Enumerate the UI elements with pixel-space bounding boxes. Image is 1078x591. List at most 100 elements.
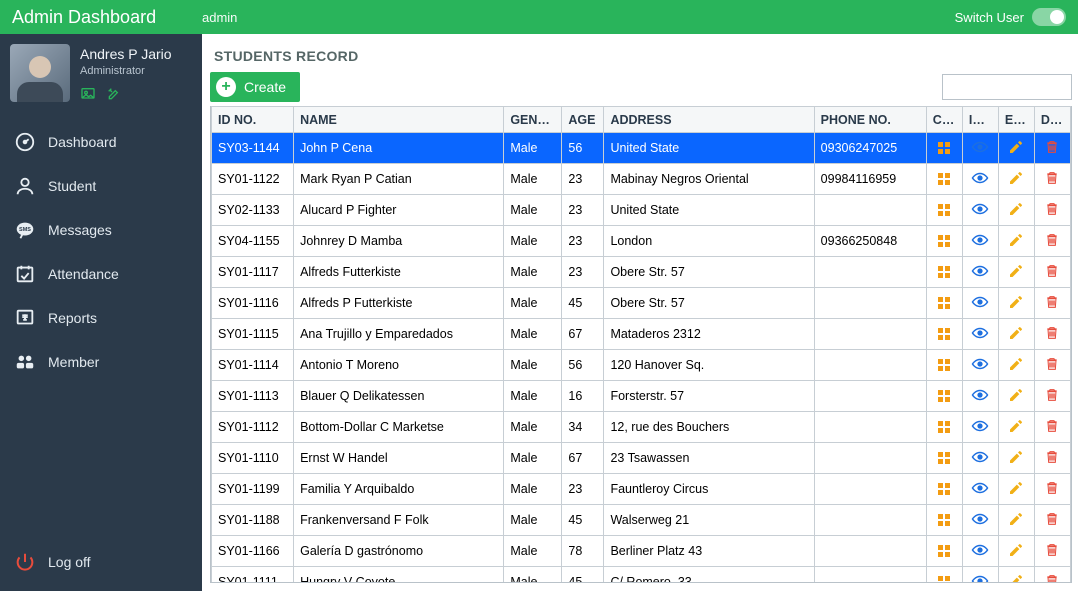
edit-button[interactable] [998,536,1034,567]
delete-button[interactable] [1034,226,1070,257]
info-button[interactable] [962,443,998,474]
code-button[interactable] [926,133,962,164]
col-address[interactable]: ADDRESS [604,107,814,133]
info-button[interactable] [962,381,998,412]
col-id[interactable]: ID NO. [212,107,294,133]
info-button[interactable] [962,164,998,195]
code-button[interactable] [926,350,962,381]
tools-icon[interactable] [106,86,122,105]
col-name[interactable]: NAME [294,107,504,133]
sidebar-item-dashboard[interactable]: Dashboard [0,121,202,163]
sidebar-item-student[interactable]: Student [0,165,202,207]
pencil-icon [1007,541,1025,559]
code-button[interactable] [926,381,962,412]
cell-address: Forsterstr. 57 [604,381,814,412]
col-delete[interactable]: DELE [1034,107,1070,133]
info-button[interactable] [962,505,998,536]
code-button[interactable] [926,226,962,257]
table-row[interactable]: SY01-1122Mark Ryan P CatianMale23Mabinay… [212,164,1071,195]
table-row[interactable]: SY01-1116Alfreds P FutterkisteMale45Ober… [212,288,1071,319]
info-button[interactable] [962,350,998,381]
table-row[interactable]: SY01-1111Hungry V CoyoteMale45C/ Romero,… [212,567,1071,584]
delete-button[interactable] [1034,474,1070,505]
edit-button[interactable] [998,288,1034,319]
edit-button[interactable] [998,567,1034,584]
col-phone[interactable]: PHONE NO. [814,107,926,133]
delete-button[interactable] [1034,443,1070,474]
table-row[interactable]: SY01-1113Blauer Q DelikatessenMale16Fors… [212,381,1071,412]
create-button[interactable]: + Create [210,72,300,102]
delete-button[interactable] [1034,133,1070,164]
edit-button[interactable] [998,195,1034,226]
delete-button[interactable] [1034,381,1070,412]
switch-user-button[interactable]: Switch User [955,8,1066,26]
sidebar-item-reports[interactable]: Reports [0,297,202,339]
table-row[interactable]: SY01-1166Galería D gastrónomoMale78Berli… [212,536,1071,567]
edit-button[interactable] [998,226,1034,257]
delete-button[interactable] [1034,164,1070,195]
table-row[interactable]: SY01-1188Frankenversand F FolkMale45Wals… [212,505,1071,536]
info-button[interactable] [962,257,998,288]
info-button[interactable] [962,226,998,257]
code-button[interactable] [926,257,962,288]
delete-button[interactable] [1034,288,1070,319]
code-button[interactable] [926,288,962,319]
code-button[interactable] [926,505,962,536]
col-info[interactable]: INFO [962,107,998,133]
sidebar-item-messages[interactable]: SMS Messages [0,209,202,251]
table-row[interactable]: SY04-1155Johnrey D MambaMale23London0936… [212,226,1071,257]
edit-button[interactable] [998,350,1034,381]
edit-button[interactable] [998,443,1034,474]
delete-button[interactable] [1034,195,1070,226]
delete-button[interactable] [1034,412,1070,443]
code-button[interactable] [926,319,962,350]
info-button[interactable] [962,536,998,567]
table-row[interactable]: SY01-1117Alfreds FutterkisteMale23Obere … [212,257,1071,288]
col-code[interactable]: CODE [926,107,962,133]
sidebar-item-member[interactable]: Member [0,341,202,383]
edit-button[interactable] [998,164,1034,195]
table-row[interactable]: SY03-1144John P CenaMale56United State09… [212,133,1071,164]
info-button[interactable] [962,195,998,226]
edit-button[interactable] [998,381,1034,412]
info-button[interactable] [962,412,998,443]
code-button[interactable] [926,195,962,226]
table-row[interactable]: SY01-1199Familia Y ArquibaldoMale23Faunt… [212,474,1071,505]
delete-button[interactable] [1034,319,1070,350]
picture-icon[interactable] [80,86,96,105]
info-button[interactable] [962,288,998,319]
edit-button[interactable] [998,257,1034,288]
delete-button[interactable] [1034,257,1070,288]
edit-button[interactable] [998,412,1034,443]
code-button[interactable] [926,164,962,195]
table-row[interactable]: SY01-1114Antonio T MorenoMale56120 Hanov… [212,350,1071,381]
sidebar-item-attendance[interactable]: Attendance [0,253,202,295]
col-gender[interactable]: GENDER [504,107,562,133]
edit-button[interactable] [998,133,1034,164]
table-row[interactable]: SY01-1110Ernst W HandelMale6723 Tsawasse… [212,443,1071,474]
info-button[interactable] [962,567,998,584]
table-row[interactable]: SY02-1133Alucard P FighterMale23United S… [212,195,1071,226]
code-button[interactable] [926,567,962,584]
table-row[interactable]: SY01-1112Bottom-Dollar C MarketseMale341… [212,412,1071,443]
code-button[interactable] [926,536,962,567]
cell-name: Bottom-Dollar C Marketse [294,412,504,443]
col-edit[interactable]: EDIT [998,107,1034,133]
search-input[interactable] [942,74,1072,100]
code-button[interactable] [926,474,962,505]
delete-button[interactable] [1034,536,1070,567]
info-button[interactable] [962,319,998,350]
info-button[interactable] [962,133,998,164]
edit-button[interactable] [998,505,1034,536]
logoff-button[interactable]: Log off [0,539,202,585]
code-button[interactable] [926,412,962,443]
code-button[interactable] [926,443,962,474]
info-button[interactable] [962,474,998,505]
delete-button[interactable] [1034,350,1070,381]
edit-button[interactable] [998,474,1034,505]
delete-button[interactable] [1034,567,1070,584]
col-age[interactable]: AGE [562,107,604,133]
delete-button[interactable] [1034,505,1070,536]
edit-button[interactable] [998,319,1034,350]
table-row[interactable]: SY01-1115Ana Trujillo y EmparedadosMale6… [212,319,1071,350]
